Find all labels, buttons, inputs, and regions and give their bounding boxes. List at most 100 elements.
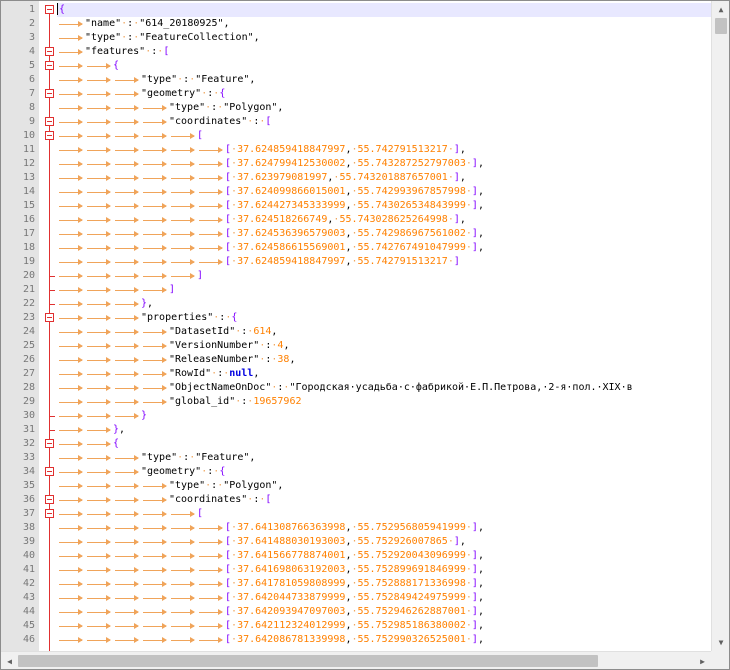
minus-box-icon[interactable] xyxy=(45,47,54,56)
code-line[interactable]: ] xyxy=(57,283,711,297)
vertical-scrollbar[interactable]: ▲ ▼ xyxy=(711,1,729,651)
code-line[interactable]: "type"·:·"Polygon", xyxy=(57,101,711,115)
scroll-right-icon[interactable]: ▶ xyxy=(694,652,711,669)
minus-box-icon[interactable] xyxy=(45,61,54,70)
code-line[interactable]: "coordinates"·:·[ xyxy=(57,493,711,507)
tab-marker-icon xyxy=(113,479,141,493)
code-line[interactable]: "geometry"·:·{ xyxy=(57,465,711,479)
code-line[interactable]: "VersionNumber"·:·4, xyxy=(57,339,711,353)
tab-marker-icon xyxy=(197,199,225,213)
fold-end-marker xyxy=(49,290,55,291)
code-line[interactable]: { xyxy=(57,437,711,451)
code-line[interactable]: [·37.624536396579003,·55.742986967561002… xyxy=(57,227,711,241)
code-line[interactable]: [·37.641308766363998,·55.752956805941999… xyxy=(57,521,711,535)
code-token: "FeatureCollection" xyxy=(139,32,254,43)
code-line[interactable]: [·37.641566778874001,·55.752920043096999… xyxy=(57,549,711,563)
code-line[interactable]: "features"·:·[ xyxy=(57,45,711,59)
code-line[interactable]: "properties"·:·{ xyxy=(57,311,711,325)
code-line[interactable]: "DatasetId"·:·614, xyxy=(57,325,711,339)
code-line[interactable]: [·37.624518266749,·55.743028625264998·], xyxy=(57,213,711,227)
code-line[interactable]: [·37.641488030193003,·55.752926007865·], xyxy=(57,535,711,549)
code-line[interactable]: { xyxy=(57,3,711,17)
tab-marker-icon xyxy=(85,297,113,311)
code-token: 55.742791513217 xyxy=(357,144,448,155)
code-area[interactable]: {"name"·:·"614_20180925", "type"·:·"Featu… xyxy=(57,1,711,651)
code-line[interactable]: "type"·:·"Polygon", xyxy=(57,479,711,493)
line-number: 19 xyxy=(22,256,35,267)
code-line[interactable]: ] xyxy=(57,269,711,283)
tab-marker-icon xyxy=(113,619,141,633)
scroll-up-icon[interactable]: ▲ xyxy=(712,1,729,18)
code-line[interactable]: "geometry"·:·{ xyxy=(57,87,711,101)
minus-box-icon[interactable] xyxy=(45,131,54,140)
tab-marker-icon xyxy=(197,521,225,535)
line-number: 12 xyxy=(22,158,35,169)
code-line[interactable]: }, xyxy=(57,297,711,311)
tab-marker-icon xyxy=(113,577,141,591)
code-line[interactable]: "global_id"·:·19657962 xyxy=(57,395,711,409)
minus-box-icon[interactable] xyxy=(45,117,54,126)
minus-box-icon[interactable] xyxy=(45,89,54,98)
code-line[interactable]: "name"·:·"614_20180925", xyxy=(57,17,711,31)
code-line[interactable]: [·37.642086781339998,·55.752990326525001… xyxy=(57,633,711,647)
fold-margin[interactable] xyxy=(39,1,57,651)
scroll-down-icon[interactable]: ▼ xyxy=(712,634,729,651)
tab-marker-icon xyxy=(197,185,225,199)
code-token: ] xyxy=(169,284,176,295)
code-line[interactable]: [·37.624859418847997,·55.742791513217·] xyxy=(57,255,711,269)
code-token: , xyxy=(459,214,466,225)
vertical-scroll-thumb[interactable] xyxy=(715,18,727,34)
tab-marker-icon xyxy=(85,339,113,353)
minus-box-icon[interactable] xyxy=(45,467,54,476)
minus-box-icon[interactable] xyxy=(45,5,54,14)
code-line[interactable]: [·37.642112324012999,·55.752985186380002… xyxy=(57,619,711,633)
code-line[interactable]: "type"·:·"Feature", xyxy=(57,451,711,465)
code-line[interactable]: [ xyxy=(57,129,711,143)
scroll-left-icon[interactable]: ◀ xyxy=(1,652,18,669)
code-line[interactable]: [·37.642044733879999,·55.752849424975999… xyxy=(57,591,711,605)
code-line[interactable]: [·37.623979081997,·55.743201887657001·], xyxy=(57,171,711,185)
tab-marker-icon xyxy=(85,325,113,339)
tab-marker-icon xyxy=(113,493,141,507)
minus-box-icon[interactable] xyxy=(45,509,54,518)
code-line[interactable]: "type"·:·"Feature", xyxy=(57,73,711,87)
tab-marker-icon xyxy=(85,479,113,493)
code-line[interactable]: [·37.642093947097003,·55.752946262887001… xyxy=(57,605,711,619)
code-line[interactable]: [·37.641698063192003,·55.752899691846999… xyxy=(57,563,711,577)
code-line[interactable]: "coordinates"·:·[ xyxy=(57,115,711,129)
code-line[interactable]: "ReleaseNumber"·:·38, xyxy=(57,353,711,367)
code-line[interactable]: "RowId"·:·null, xyxy=(57,367,711,381)
code-line[interactable]: }, xyxy=(57,423,711,437)
tab-marker-icon xyxy=(85,367,113,381)
code-token: , xyxy=(249,452,256,463)
code-line[interactable]: [·37.624586615569001,·55.742767491047999… xyxy=(57,241,711,255)
line-number: 28 xyxy=(22,382,35,393)
minus-box-icon[interactable] xyxy=(45,439,54,448)
tab-marker-icon xyxy=(169,129,197,143)
tab-marker-icon xyxy=(141,479,169,493)
code-line[interactable]: "type"·:·"FeatureCollection", xyxy=(57,31,711,45)
horizontal-scrollbar[interactable]: ◀ ▶ xyxy=(1,651,711,669)
code-token: "name" xyxy=(85,18,122,29)
code-token: 37.623979081997 xyxy=(237,172,328,183)
code-line[interactable]: [·37.624859418847997,·55.742791513217·], xyxy=(57,143,711,157)
code-line[interactable]: [ xyxy=(57,507,711,521)
minus-box-icon[interactable] xyxy=(45,313,54,322)
tab-marker-icon xyxy=(57,577,85,591)
minus-box-icon[interactable] xyxy=(45,495,54,504)
line-number: 29 xyxy=(22,396,35,407)
code-line[interactable]: "ObjectNameOnDoc"·:·"Городская·усадьба·с… xyxy=(57,381,711,395)
tab-marker-icon xyxy=(141,269,169,283)
code-line[interactable]: [·37.624427345333999,·55.743026534843999… xyxy=(57,199,711,213)
code-token: "type" xyxy=(85,32,122,43)
code-line[interactable]: } xyxy=(57,409,711,423)
code-line[interactable]: [·37.624099866015001,·55.742993967857998… xyxy=(57,185,711,199)
code-token: 55.743287252797003 xyxy=(357,158,466,169)
code-line[interactable]: { xyxy=(57,59,711,73)
horizontal-scroll-thumb[interactable] xyxy=(18,655,598,667)
code-line[interactable]: [·37.624799412530002,·55.743287252797003… xyxy=(57,157,711,171)
tab-marker-icon xyxy=(141,521,169,535)
code-line[interactable]: [·37.641781059808999,·55.752888171336998… xyxy=(57,577,711,591)
tab-marker-icon xyxy=(85,283,113,297)
tab-marker-icon xyxy=(85,73,113,87)
